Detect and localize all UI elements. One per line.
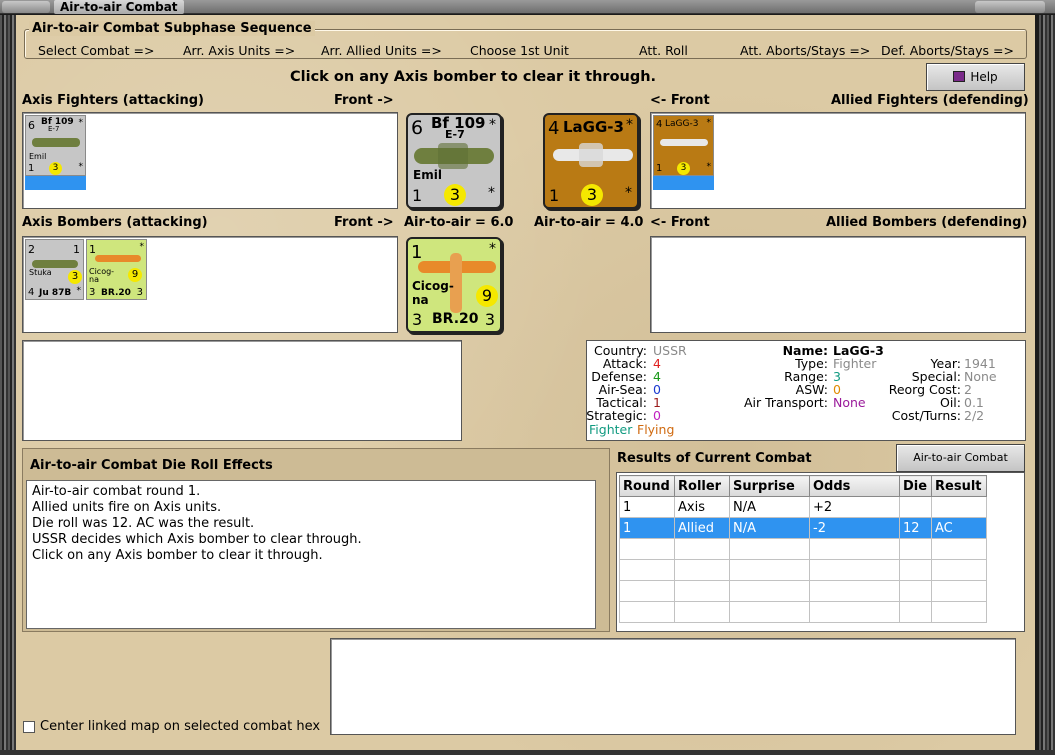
unit-counter-bf109[interactable]: 6 Bf 109 E-7 * Emil 1 3 * [406,113,502,209]
plane-icon [660,139,708,146]
info-air-transport: None [833,395,866,410]
plane-icon [95,255,141,262]
die-roll-log[interactable]: Air-to-air combat round 1. Allied units … [26,480,596,629]
window-controls-right[interactable] [975,1,1045,13]
axis-bombers-front-label: Front -> [334,215,394,230]
allied-bombers-front-label: <- Front [650,215,710,230]
axis-bombers-panel[interactable]: 2 1 Stuka 3 4 Ju 87B * 1 * Cicog- na 9 3… [22,236,398,333]
col-surprise[interactable]: Surprise [729,475,810,497]
right-frame [1039,15,1055,750]
selection-bar [25,176,86,190]
book-icon [953,71,966,82]
unit-counter-lagg3[interactable]: 4 LaGG-3 * 1 3 * [543,113,639,209]
center-map-checkbox[interactable] [23,721,35,733]
selection-bar [653,176,714,190]
unit-list-panel[interactable] [22,340,462,441]
col-result[interactable]: Result [931,475,987,497]
plane-wing-icon [579,143,603,167]
col-die[interactable]: Die [899,475,932,497]
unit-counter-br20-small[interactable]: 1 * Cicog- na 9 3 BR.20 3 [86,239,147,300]
window-title: Air-to-air Combat [54,0,184,14]
info-strategic: 0 [653,408,661,423]
main-panel: Air-to-air Combat Subphase Sequence Sele… [16,15,1035,750]
allied-bombers-panel[interactable] [650,236,1026,333]
table-row-selected[interactable]: 1 Allied N/A -2 12 AC [619,517,987,539]
subphase-title: Air-to-air Combat Subphase Sequence [29,21,315,36]
unit-info-panel: Country: USSR Attack: 4 Defense: 4 Air-S… [586,340,1026,441]
bottom-frame [0,750,1055,755]
table-row-empty [619,580,987,602]
die-roll-effects-title: Air-to-air Combat Die Roll Effects [30,458,273,473]
instruction-text: Click on any Axis bomber to clear it thr… [290,69,657,85]
axis-fighters-panel[interactable]: 6 Bf 109 E-7 * Emil 1 3 * [22,112,398,209]
combat-notes-area[interactable] [330,638,1016,735]
subphase-group: Air-to-air Combat Subphase Sequence Sele… [24,21,1027,59]
step-select-combat: Select Combat => [38,43,155,58]
allied-bombers-label: Allied Bombers (defending) [826,215,1028,230]
step-choose-first-unit: Choose 1st Unit [470,43,569,58]
axis-bombers-label: Axis Bombers (attacking) [22,215,208,230]
center-map-label: Center linked map on selected combat hex [40,719,321,734]
table-row-empty [619,559,987,581]
step-arr-axis-units: Arr. Axis Units => [183,43,296,58]
info-class-flying: Flying [637,422,675,437]
col-round[interactable]: Round [619,475,675,497]
table-row-empty [619,601,987,623]
table-row-empty [619,538,987,560]
plane-icon [32,260,78,268]
window-controls-left[interactable] [2,1,50,13]
plane-icon [32,138,80,147]
step-att-aborts-stays: Att. Aborts/Stays => [740,43,871,58]
left-frame [0,15,16,750]
allied-air-to-air-value: Air-to-air = 4.0 [534,215,644,230]
step-arr-allied-units: Arr. Allied Units => [321,43,442,58]
allied-fighters-front-label: <- Front [650,93,710,108]
allied-fighters-label: Allied Fighters (defending) [831,93,1029,108]
results-grid[interactable]: Round Roller Surprise Odds Die Result 1 … [616,472,1025,632]
axis-fighters-label: Axis Fighters (attacking) [22,93,204,108]
air-to-air-chart-button[interactable]: Air-to-air Combat Chart [896,444,1025,490]
allied-fighters-panel[interactable]: 4 LaGG-3 * 1 3 * [650,112,1026,209]
unit-counter-lagg3-small[interactable]: 4 LaGG-3 * 1 3 * [653,115,714,176]
info-cost-turns: 2/2 [964,408,985,423]
axis-fighters-front-label: Front -> [334,93,394,108]
step-def-aborts-stays: Def. Aborts/Stays => [881,43,1014,58]
plane-wing-icon [438,143,468,169]
results-table: Round Roller Surprise Odds Die Result 1 … [619,475,987,623]
axis-air-to-air-value: Air-to-air = 6.0 [404,215,514,230]
die-roll-effects-box: Air-to-air Combat Die Roll Effects Air-t… [22,448,610,632]
results-title: Results of Current Combat [617,451,812,466]
table-row[interactable]: 1 Axis N/A +2 [619,496,987,518]
col-odds[interactable]: Odds [809,475,900,497]
step-att-roll: Att. Roll [639,43,688,58]
info-class-fighter: Fighter [589,422,633,437]
help-button[interactable]: Help [926,63,1025,91]
col-roller[interactable]: Roller [674,475,730,497]
unit-counter-br20[interactable]: 1 * Cicog- na 9 3 BR.20 3 [406,237,502,333]
unit-counter-ju87-small[interactable]: 2 1 Stuka 3 4 Ju 87B * [25,239,84,300]
unit-counter-bf109-small[interactable]: 6 Bf 109 E-7 * Emil 1 3 * [25,115,86,176]
title-bar: Air-to-air Combat [0,0,1055,14]
